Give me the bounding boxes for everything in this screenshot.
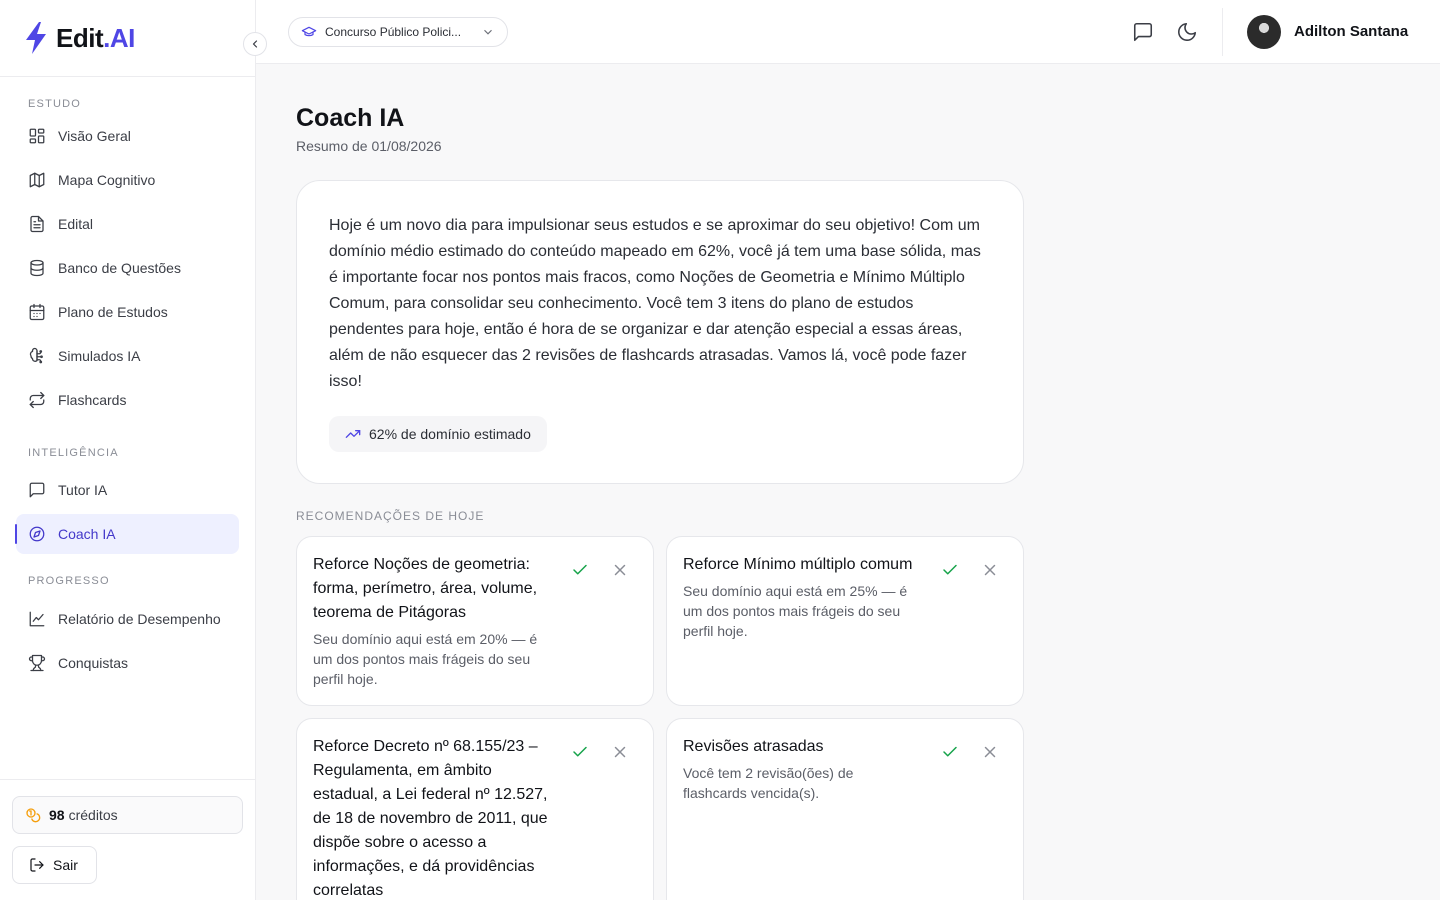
sidebar-item-label: Visão Geral	[58, 128, 131, 144]
chevron-down-icon	[484, 29, 492, 35]
recommendation-desc: Seu domínio aqui está em 20% — é um dos …	[313, 631, 538, 687]
sidebar-item-conquistas[interactable]: Conquistas	[16, 643, 239, 683]
collapse-sidebar-button[interactable]	[243, 32, 267, 56]
sidebar-item-visao-geral[interactable]: Visão Geral	[16, 116, 239, 156]
dashboard-icon	[29, 128, 45, 144]
header-divider	[1222, 8, 1223, 56]
section-label-inteligencia: INTELIGÊNCIA	[28, 447, 119, 459]
sidebar-item-label: Banco de Questões	[58, 260, 181, 276]
avatar[interactable]	[1247, 15, 1281, 49]
course-selector[interactable]: Concurso Público Polici...	[288, 17, 508, 47]
message-square-icon	[29, 482, 45, 498]
sidebar-item-relatorio[interactable]: Relatório de Desempenho	[16, 599, 239, 639]
coach-summary-text: Hoje é um novo dia para impulsionar seus…	[329, 217, 981, 390]
graduation-cap-icon	[301, 26, 317, 37]
logout-label: Sair	[53, 857, 78, 873]
sidebar-item-label: Tutor IA	[58, 482, 108, 498]
trending-up-icon	[345, 430, 361, 438]
brand-logo[interactable]: Edit.AI	[56, 23, 135, 54]
recommendation-title: Revisões atrasadas	[683, 738, 824, 755]
sidebar-item-label: Coach IA	[58, 526, 116, 542]
mastery-badge: 62% de domínio estimado	[329, 416, 547, 452]
brain-icon	[29, 347, 43, 364]
sidebar-item-label: Relatório de Desempenho	[58, 611, 221, 627]
moon-icon[interactable]	[1176, 21, 1198, 43]
page-subtitle: Resumo de 01/08/2026	[296, 138, 442, 154]
check-icon[interactable]	[941, 561, 959, 579]
sidebar-item-label: Conquistas	[58, 655, 129, 671]
close-icon[interactable]	[611, 561, 629, 579]
brand-header: Edit.AI	[0, 0, 267, 77]
chevron-left-icon	[252, 40, 258, 48]
credits-amount: 98	[49, 807, 65, 823]
sidebar: Edit.AI ESTUDO Visão Geral Mapa Cognitiv…	[0, 0, 267, 900]
sidebar-item-coach[interactable]: Coach IA	[15, 514, 239, 554]
recommendation-card: Revisões atrasadas Você tem 2 revisão(õe…	[666, 718, 1024, 900]
coins-icon	[26, 808, 41, 823]
coach-summary-card: Hoje é um novo dia para impulsionar seus…	[296, 180, 1024, 484]
bolt-logo-icon	[26, 22, 46, 54]
file-text-icon	[30, 215, 44, 233]
recommendations-label: RECOMENDAÇÕES DE HOJE	[296, 509, 485, 523]
sidebar-item-mapa-cognitivo[interactable]: Mapa Cognitivo	[16, 160, 239, 200]
check-icon[interactable]	[571, 561, 589, 579]
repeat-icon	[29, 391, 45, 409]
recommendation-card: Reforce Mínimo múltiplo comum Seu domíni…	[666, 536, 1024, 706]
mastery-label: 62% de domínio estimado	[369, 426, 531, 442]
check-icon[interactable]	[941, 743, 959, 761]
sidebar-footer: 98 créditos Sair	[0, 779, 255, 900]
recommendation-title: Reforce Mínimo múltiplo comum	[683, 556, 913, 573]
line-chart-icon	[29, 611, 45, 627]
close-icon[interactable]	[981, 743, 999, 761]
course-selector-value: Concurso Público Polici...	[325, 25, 462, 39]
recommendation-card: Reforce Noções de geometria: forma, perí…	[296, 536, 654, 706]
sidebar-item-label: Edital	[58, 216, 94, 232]
message-square-icon[interactable]	[1132, 21, 1154, 43]
sidebar-item-tutor[interactable]: Tutor IA	[16, 470, 239, 510]
log-out-icon	[30, 858, 44, 872]
page-title: Coach IA	[296, 104, 405, 132]
close-icon[interactable]	[981, 561, 999, 579]
credits-label: créditos	[68, 807, 118, 823]
compass-icon	[29, 526, 45, 542]
user-name[interactable]: Adilton Santana	[1294, 23, 1408, 40]
sidebar-item-label: Plano de Estudos	[58, 304, 168, 320]
section-label-progresso: PROGRESSO	[28, 575, 110, 587]
recommendation-title: Reforce Noções de geometria: forma, perí…	[313, 556, 538, 621]
sidebar-item-label: Flashcards	[58, 392, 127, 408]
recommendation-desc: Você tem 2 revisão(ões) de flashcards ve…	[683, 765, 854, 801]
sidebar-item-edital[interactable]: Edital	[16, 204, 239, 244]
close-icon[interactable]	[611, 743, 629, 761]
calendar-icon	[29, 303, 45, 321]
map-icon	[29, 172, 45, 188]
section-label-estudo: ESTUDO	[28, 98, 82, 110]
sidebar-item-banco-questoes[interactable]: Banco de Questões	[16, 248, 239, 288]
credits-badge[interactable]: 98 créditos	[12, 796, 243, 834]
trophy-icon	[28, 654, 46, 672]
recommendation-desc: Seu domínio aqui está em 25% — é um dos …	[683, 583, 908, 639]
sidebar-item-flashcards[interactable]: Flashcards	[16, 380, 239, 420]
logout-button[interactable]: Sair	[12, 846, 97, 884]
sidebar-item-label: Simulados IA	[58, 348, 141, 364]
sidebar-item-plano-estudos[interactable]: Plano de Estudos	[16, 292, 239, 332]
sidebar-item-label: Mapa Cognitivo	[58, 172, 156, 188]
recommendation-card: Reforce Decreto nº 68.155/23 – Regulamen…	[296, 718, 654, 900]
top-header: Concurso Público Polici... Adilton Santa…	[256, 0, 1440, 64]
database-icon	[30, 259, 44, 277]
check-icon[interactable]	[571, 743, 589, 761]
sidebar-item-simulados[interactable]: Simulados IA	[16, 336, 239, 376]
recommendation-title: Reforce Decreto nº 68.155/23 – Regulamen…	[313, 738, 548, 899]
